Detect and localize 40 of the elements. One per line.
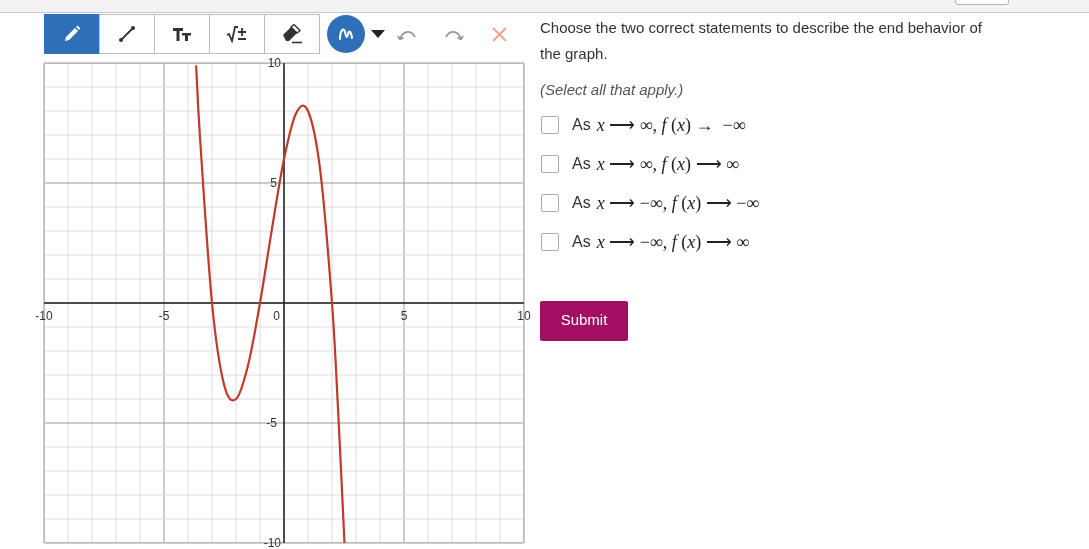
tick-label: -5 xyxy=(158,309,170,323)
close-icon[interactable] xyxy=(492,26,507,42)
text-size-icon xyxy=(172,26,192,42)
eraser-icon xyxy=(281,24,303,44)
line-segment-icon xyxy=(118,25,136,43)
submit-button[interactable]: Submit xyxy=(540,300,628,341)
caret-icon[interactable] xyxy=(371,29,385,39)
square-root-icon xyxy=(226,25,248,43)
pencil-tool-button[interactable] xyxy=(44,14,100,54)
math-expression: x ⟶ ∞, f (x) ⟶ ∞ xyxy=(596,152,739,176)
math-expression: x ⟶ ∞, f (x) → −∞ xyxy=(596,113,746,137)
tab-handle[interactable] xyxy=(955,0,1009,5)
tick-label: 10 xyxy=(517,309,531,323)
tick-label: -10 xyxy=(263,536,281,549)
option-label: As xyxy=(572,115,591,135)
math-expression: x ⟶ −∞, f (x) ⟶ −∞ xyxy=(596,191,760,215)
instruction-text: (Select all that apply.) xyxy=(540,80,685,100)
tick-label: -10 xyxy=(35,309,53,323)
question-text: Choose the two correct statements to describe the end behavior of the graph. xyxy=(540,18,983,64)
option-label: As xyxy=(572,193,591,213)
tick-label: 5 xyxy=(400,309,408,323)
eraser-tool-button[interactable] xyxy=(264,14,320,54)
curve-tool-button[interactable] xyxy=(327,15,365,53)
math-tool-button[interactable] xyxy=(209,14,265,54)
math-expression: x ⟶ −∞, f (x) ⟶ ∞ xyxy=(596,230,749,254)
pencil-icon xyxy=(63,25,81,43)
text-tool-button[interactable] xyxy=(154,14,210,54)
tick-label: 5 xyxy=(270,176,277,190)
option-label: As xyxy=(572,154,591,174)
tick-label: -5 xyxy=(266,416,277,430)
tick-label: 0 xyxy=(273,309,280,323)
checkbox[interactable] xyxy=(541,233,559,251)
tick-label: 10 xyxy=(267,56,281,70)
undo-icon[interactable] xyxy=(397,28,417,40)
checkbox[interactable] xyxy=(541,116,559,134)
checkbox[interactable] xyxy=(541,194,559,212)
option-label: As xyxy=(572,232,591,252)
checkbox[interactable] xyxy=(541,155,559,173)
line-tool-button[interactable] xyxy=(99,14,155,54)
redo-icon[interactable] xyxy=(444,28,464,40)
